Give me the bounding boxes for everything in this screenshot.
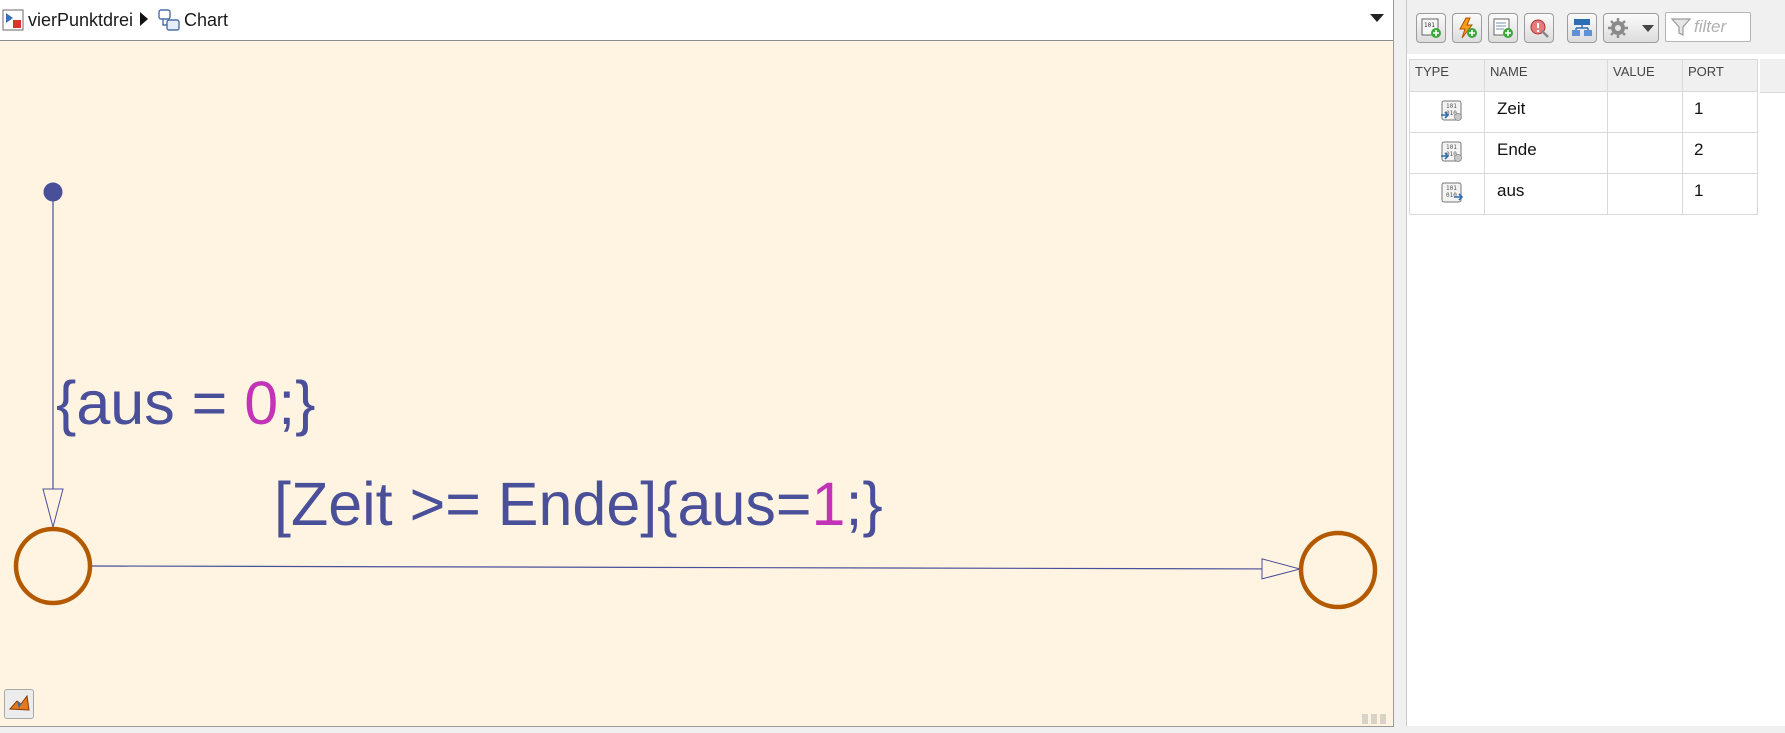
filter-icon [1670, 18, 1692, 36]
value-cell[interactable] [1607, 132, 1683, 174]
default-transition-dot[interactable] [43, 182, 63, 202]
name-cell[interactable]: aus [1484, 173, 1608, 215]
svg-text:101: 101 [1446, 103, 1457, 110]
name-cell[interactable]: Zeit [1484, 91, 1608, 133]
svg-text:101: 101 [1446, 144, 1457, 151]
chart-canvas[interactable] [0, 0, 1393, 726]
resize-grip[interactable] [1362, 712, 1392, 724]
breadcrumb-item-model[interactable]: vierPunktdrei [2, 8, 133, 32]
value-cell[interactable] [1607, 91, 1683, 133]
label-text: ;} [278, 369, 316, 437]
column-header-type[interactable]: TYPE [1409, 59, 1485, 92]
start-junction[interactable] [13, 526, 93, 606]
resolve-undefined-button[interactable] [1524, 13, 1554, 43]
table-header-filler [1760, 59, 1785, 93]
svg-text:101: 101 [1446, 185, 1457, 192]
port-cell[interactable]: 1 [1682, 91, 1758, 133]
add-event-button[interactable] [1452, 13, 1482, 43]
resolve-undefined-icon [1530, 19, 1549, 38]
chevron-down-icon[interactable] [1370, 14, 1384, 22]
label-text: {aus = [56, 369, 245, 437]
transition-label[interactable]: [Zeit >= Ende]{aus=1;} [274, 474, 883, 535]
add-event-icon [1459, 17, 1477, 39]
type-cell[interactable]: 101 010 [1409, 132, 1485, 174]
svg-text:010: 010 [1446, 192, 1457, 199]
value-cell[interactable] [1607, 173, 1683, 215]
input-data-icon: 101 010 [1441, 100, 1462, 121]
symbols-pane: 101 filter TYPE NAME VALUE PORT 101 010 … [1406, 0, 1785, 726]
label-number: 0 [244, 369, 279, 437]
label-number: 1 [811, 470, 846, 538]
svg-text:101: 101 [1424, 22, 1435, 29]
breadcrumb-label: vierPunktdrei [28, 9, 134, 30]
type-cell[interactable]: 101 010 [1409, 173, 1485, 215]
simulink-model-icon [2, 9, 24, 31]
model-hierarchy-button[interactable] [1567, 13, 1597, 43]
name-cell[interactable]: Ende [1484, 132, 1608, 174]
table-header-row: TYPE NAME VALUE PORT [1409, 59, 1758, 92]
chart-editor[interactable]: {aus = 0;} [Zeit >= Ende]{aus=1;} vierPu… [0, 0, 1394, 727]
port-cell[interactable]: 2 [1682, 132, 1758, 174]
label-text: [Zeit >= Ende]{aus= [274, 470, 812, 538]
breadcrumb-separator-icon [140, 12, 148, 26]
explore-button[interactable] [4, 689, 34, 719]
label-text: ;} [845, 470, 883, 538]
end-junction[interactable] [1298, 530, 1378, 610]
port-cell[interactable]: 1 [1682, 173, 1758, 215]
default-transition-label[interactable]: {aus = 0;} [56, 373, 316, 434]
matlab-icon [8, 694, 30, 711]
symbols-toolbar: 101 [1407, 0, 1785, 54]
input-data-icon: 101 010 [1441, 141, 1462, 162]
add-message-button[interactable] [1488, 13, 1518, 43]
table-row[interactable]: 101 010 aus 1 [1409, 173, 1758, 215]
filter-input[interactable] [1694, 17, 1748, 37]
breadcrumb-item-chart[interactable]: Chart [158, 8, 228, 32]
column-header-name[interactable]: NAME [1484, 59, 1608, 92]
column-header-value[interactable]: VALUE [1607, 59, 1683, 92]
symbols-table: TYPE NAME VALUE PORT 101 010 Zeit 1 101 … [1409, 59, 1758, 215]
type-cell[interactable]: 101 010 [1409, 91, 1485, 133]
chevron-down-icon [1642, 25, 1654, 32]
table-row[interactable]: 101 010 Ende 2 [1409, 132, 1758, 174]
output-data-icon: 101 010 [1441, 182, 1464, 203]
junction-transition[interactable] [91, 566, 1300, 569]
breadcrumb: vierPunktdrei Chart [0, 0, 1393, 41]
column-header-port[interactable]: PORT [1682, 59, 1758, 92]
table-row[interactable]: 101 010 Zeit 1 [1409, 91, 1758, 133]
add-data-icon: 101 [1421, 18, 1441, 38]
settings-icon [1608, 18, 1628, 38]
model-hierarchy-icon [1572, 19, 1592, 36]
settings-dropdown-button[interactable] [1603, 13, 1659, 43]
filter-field[interactable] [1665, 12, 1751, 42]
add-data-button[interactable]: 101 [1416, 13, 1446, 43]
breadcrumb-label: Chart [184, 9, 229, 30]
add-message-icon [1493, 18, 1513, 38]
stateflow-chart-icon [158, 9, 180, 31]
